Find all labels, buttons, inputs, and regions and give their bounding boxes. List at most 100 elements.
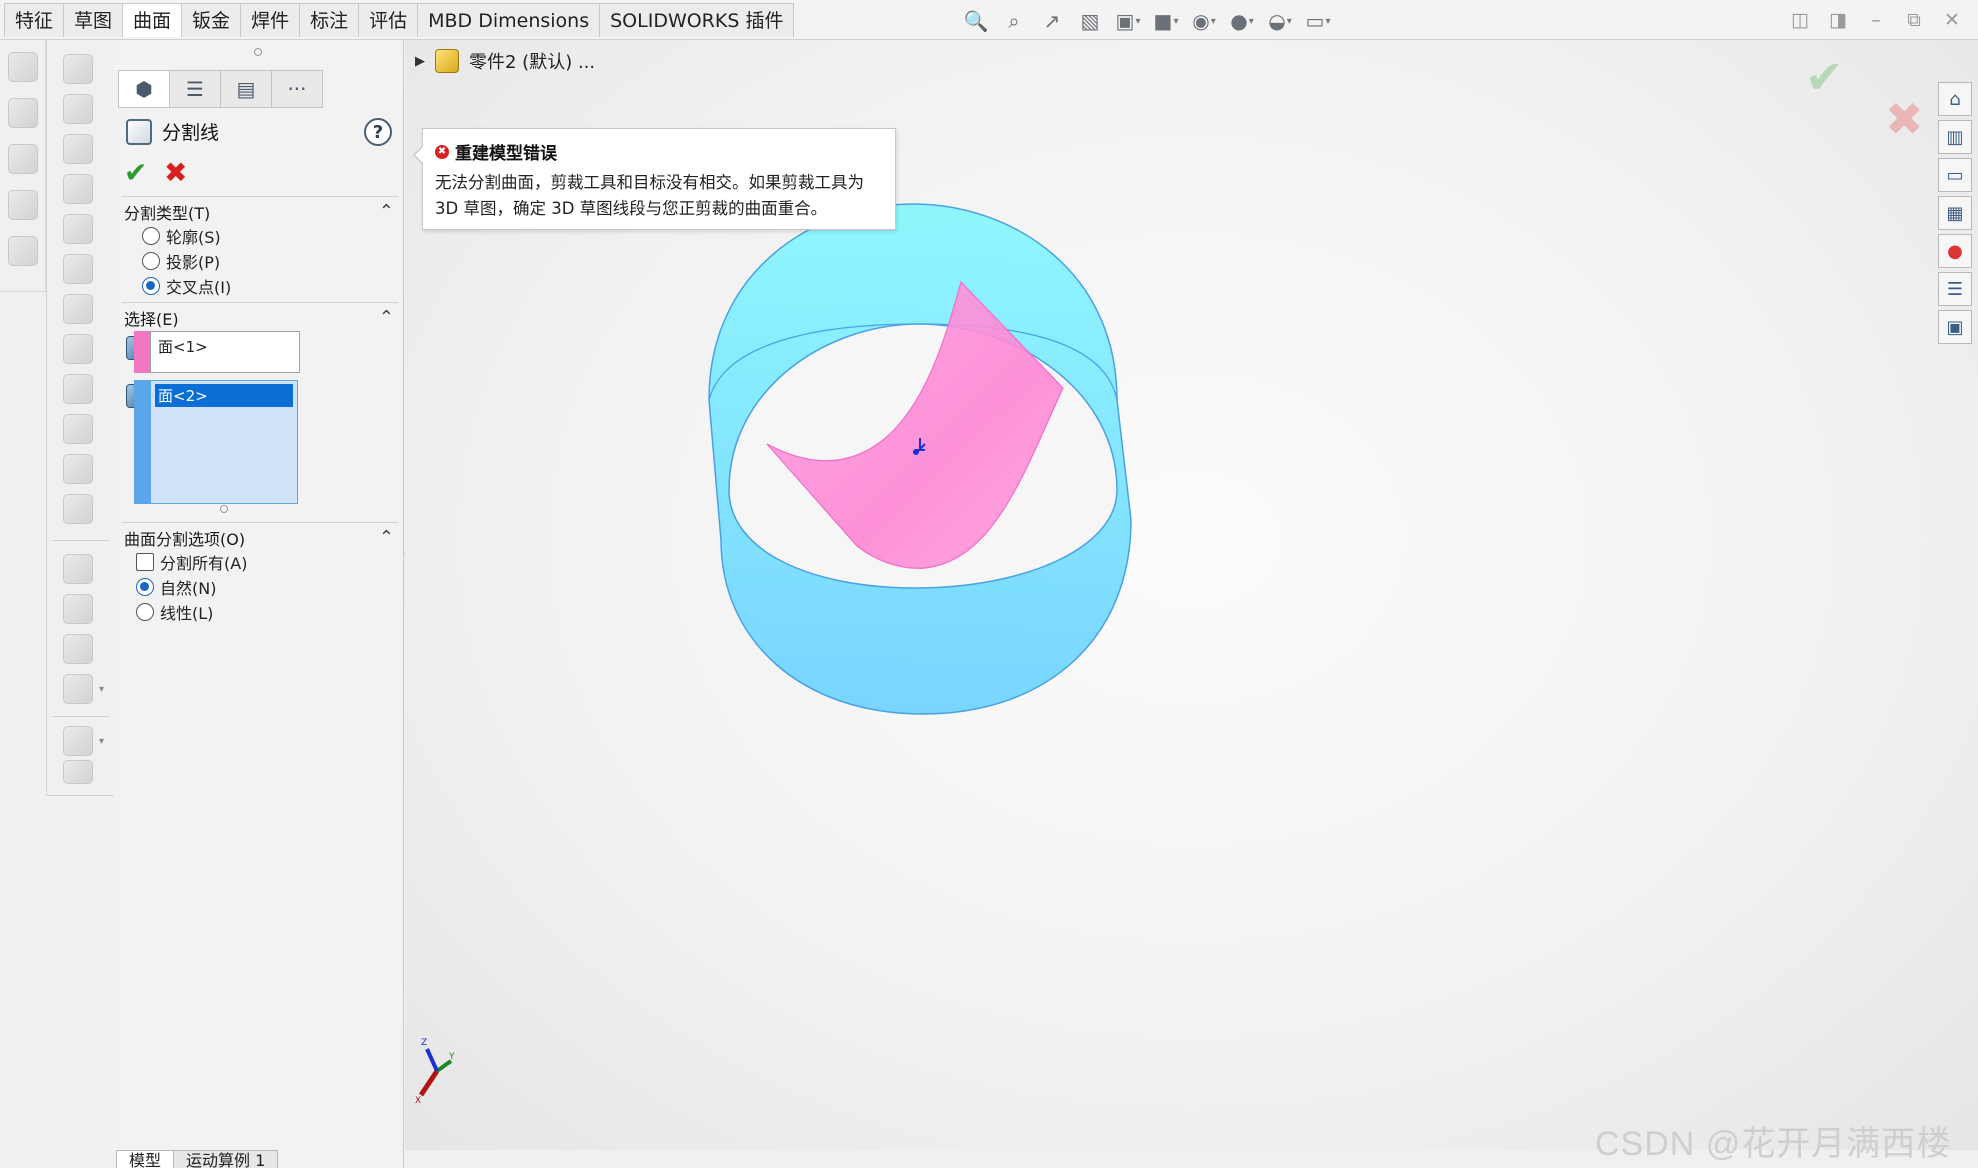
replace-face-icon[interactable] — [63, 334, 93, 364]
section-view-icon[interactable]: ▧ — [1074, 6, 1106, 36]
collapse-icon[interactable]: ⌃ — [379, 527, 398, 548]
selection-list-1[interactable]: 面<1> — [150, 331, 300, 373]
confirmation-cancel-icon[interactable]: ✖ — [1885, 92, 1924, 146]
surface-flatten-icon[interactable] — [63, 254, 93, 284]
tile-left-icon[interactable]: ◫ — [1786, 6, 1814, 34]
zoom-area-icon[interactable]: ⌕ — [998, 6, 1030, 36]
strip-divider — [53, 716, 109, 717]
help-button[interactable]: ? — [364, 118, 392, 146]
tab-motion-study[interactable]: 运动算例 1 — [173, 1150, 279, 1168]
tab-mbd-dimensions[interactable]: MBD Dimensions — [417, 3, 601, 37]
split-type-group-header[interactable]: 分割类型(T) ⌃ — [122, 196, 398, 226]
revolved-surface-icon[interactable] — [8, 98, 38, 128]
tile-right-icon[interactable]: ◨ — [1824, 6, 1852, 34]
thickened-cut-icon[interactable] — [63, 594, 93, 624]
home-icon[interactable]: ⌂ — [1938, 82, 1972, 116]
lofted-surface-icon[interactable] — [8, 190, 38, 220]
apply-scene-icon[interactable]: ◒ ▾ — [1264, 6, 1296, 36]
radio-linear[interactable]: 线性(L) — [136, 600, 213, 624]
untrim-surface-icon[interactable] — [63, 454, 93, 484]
filled-surface-icon[interactable] — [63, 54, 93, 84]
configuration-manager-tab-icon[interactable]: ▤ — [220, 70, 272, 108]
confirmation-ok-icon[interactable]: ✔ — [1805, 50, 1844, 104]
tab-solidworks-addins[interactable]: SOLIDWORKS 插件 — [599, 3, 795, 37]
split-line-icon[interactable] — [63, 760, 93, 784]
split-all-checkbox[interactable]: 分割所有(A) — [136, 550, 247, 574]
edit-appearance-icon[interactable]: ● ▾ — [1226, 6, 1258, 36]
error-header: ✖ 重建模型错误 — [435, 139, 883, 164]
list-item[interactable]: 面<2> — [155, 384, 293, 407]
tab-sheet-metal[interactable]: 钣金 — [181, 3, 242, 37]
boundary-surface-icon[interactable] — [8, 236, 38, 266]
feature-manager-tab-icon[interactable]: ⬢ — [118, 70, 170, 108]
property-manager-tab-icon[interactable]: ☰ — [169, 70, 221, 108]
forum-icon[interactable]: ▣ — [1938, 310, 1972, 344]
radio-circle[interactable] — [136, 603, 154, 621]
view-settings-icon[interactable]: ▭ ▾ — [1302, 6, 1334, 36]
command-tabs: 特征 草图 曲面 钣金 焊件 标注 评估 MBD Dimensions SOLI… — [4, 3, 795, 37]
restore-icon[interactable]: ⧉ — [1900, 6, 1928, 34]
close-icon[interactable]: ✕ — [1938, 6, 1966, 34]
tab-model[interactable]: 模型 — [116, 1150, 175, 1168]
panel-splitter-dot[interactable] — [254, 48, 262, 56]
previous-view-icon[interactable]: ↗ — [1036, 6, 1068, 36]
planar-surface-icon[interactable] — [63, 134, 93, 164]
swept-surface-icon[interactable] — [8, 144, 38, 174]
appearances-icon[interactable]: ● — [1938, 234, 1972, 268]
offset-surface-icon[interactable] — [63, 174, 93, 204]
tab-sketch[interactable]: 草图 — [63, 3, 124, 37]
radio-natural[interactable]: 自然(N) — [136, 575, 216, 599]
display-style-icon[interactable]: ■ ▾ — [1150, 6, 1182, 36]
extend-surface-icon[interactable] — [63, 374, 93, 404]
radio-circle[interactable] — [142, 227, 160, 245]
radio-projection[interactable]: 投影(P) — [142, 249, 220, 273]
radio-circle[interactable] — [142, 252, 160, 270]
checkbox-box[interactable] — [136, 553, 154, 571]
list-item[interactable]: 面<1> — [155, 335, 295, 358]
file-explorer-icon[interactable]: ▭ — [1938, 158, 1972, 192]
graphics-area[interactable]: ▶ 零件2 (默认) ... ✖ 重建模型错误 无法分割曲面，剪裁工具和目标没有… — [405, 40, 1978, 1163]
ruled-surface-icon[interactable] — [63, 214, 93, 244]
zoom-fit-icon[interactable]: 🔍 — [960, 6, 992, 36]
view-palette-icon[interactable]: ▦ — [1938, 196, 1972, 230]
extruded-surface-icon[interactable] — [8, 52, 38, 82]
tab-surfaces[interactable]: 曲面 — [122, 3, 183, 37]
freeform-icon[interactable] — [63, 94, 93, 124]
expand-arrow-icon[interactable]: ▶ — [415, 54, 425, 69]
surface-split-options-group-header[interactable]: 曲面分割选项(O) ⌃ — [122, 522, 398, 552]
hide-show-icon[interactable]: ◉ ▾ — [1188, 6, 1220, 36]
custom-properties-icon[interactable]: ☰ — [1938, 272, 1972, 306]
minimize-icon[interactable]: – — [1862, 6, 1890, 34]
tab-evaluate[interactable]: 评估 — [358, 3, 419, 37]
radio-circle[interactable] — [136, 578, 154, 596]
collapse-icon[interactable]: ⌃ — [379, 307, 398, 328]
tab-features[interactable]: 特征 — [4, 3, 65, 37]
knit-surface-icon[interactable] — [63, 494, 93, 524]
trim-surface-icon[interactable] — [63, 414, 93, 444]
delete-face-icon[interactable] — [63, 294, 93, 324]
chevron-down-icon[interactable]: ▾ — [99, 684, 104, 695]
view-orientation-icon[interactable]: ▣ ▾ — [1112, 6, 1144, 36]
radio-label: 投影(P) — [166, 253, 221, 272]
cancel-button[interactable]: ✖ — [164, 156, 187, 189]
tab-markup[interactable]: 标注 — [299, 3, 360, 37]
part-label[interactable]: 零件2 (默认) ... — [469, 48, 595, 74]
selections-group-header[interactable]: 选择(E) ⌃ — [122, 302, 398, 332]
more-tabs-button[interactable]: ··· — [271, 70, 323, 108]
thicken-icon[interactable] — [63, 554, 93, 584]
radio-intersection[interactable]: 交叉点(I) — [142, 274, 231, 298]
radio-silhouette[interactable]: 轮廓(S) — [142, 224, 221, 248]
chevron-down-icon[interactable]: ▾ — [99, 736, 104, 747]
radio-circle[interactable] — [142, 277, 160, 295]
group-title: 分割类型(T) — [124, 203, 211, 223]
ok-button[interactable]: ✔ — [124, 156, 147, 189]
curves-icon[interactable] — [63, 726, 93, 756]
selection-list-2[interactable]: 面<2> — [150, 380, 298, 504]
tab-weldments[interactable]: 焊件 — [240, 3, 301, 37]
reference-geometry-icon[interactable] — [63, 674, 93, 704]
resources-icon[interactable]: ▥ — [1938, 120, 1972, 154]
cut-with-surface-icon[interactable] — [63, 634, 93, 664]
collapse-icon[interactable]: ⌃ — [379, 201, 398, 222]
list-resize-handle[interactable] — [220, 505, 228, 513]
radio-label: 交叉点(I) — [166, 278, 232, 297]
